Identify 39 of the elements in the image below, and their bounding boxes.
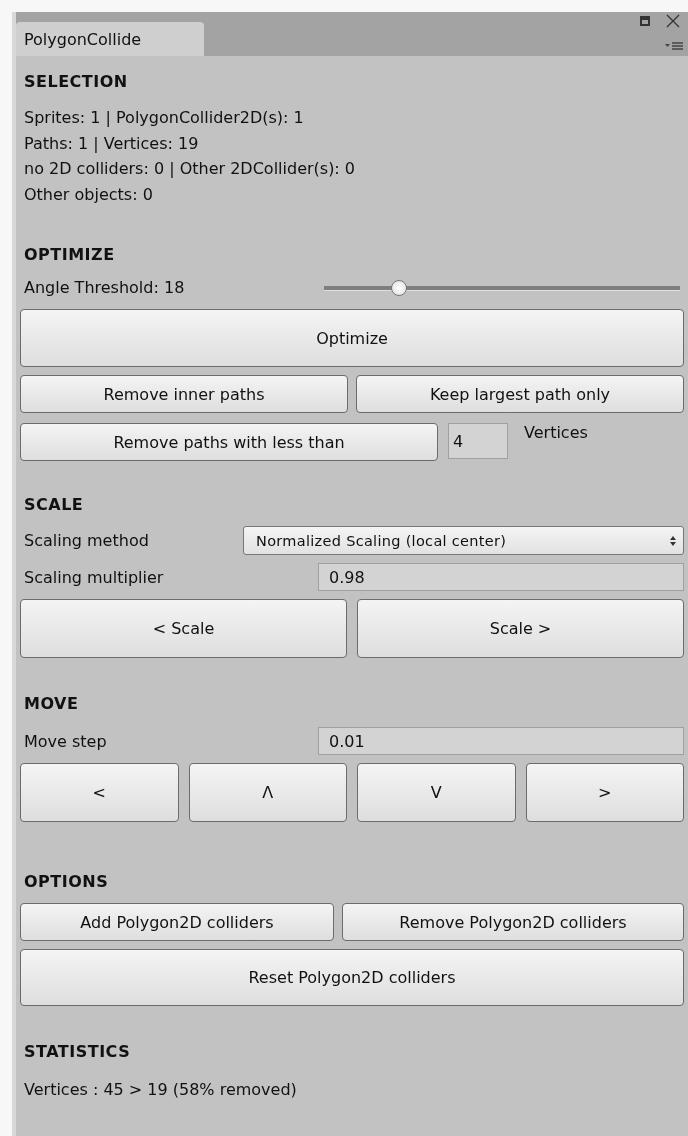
section-heading: STATISTICS [24,1042,132,1061]
maximize-icon[interactable] [640,16,650,26]
vertices-field[interactable]: 4 [448,423,508,459]
scale-button[interactable]: Scale > [357,599,684,658]
field-label: Scaling multiplier [24,567,164,587]
remove-inner-button[interactable]: Remove inner paths [20,375,348,413]
section-heading: SELECTION [24,72,129,91]
section-heading: SCALE [24,495,85,514]
multiplier-field[interactable]: 0.98 [318,563,684,591]
keep-largest-button[interactable]: Keep largest path only [356,375,684,413]
field-label: Move step [24,731,107,751]
slider-thumb[interactable] [390,279,407,296]
scale-button[interactable]: < Scale [20,599,347,658]
field-label: Vertices [524,423,588,442]
add-colliders-button[interactable]: Add Polygon2D colliders [20,903,334,941]
optimize-button[interactable]: Optimize [20,309,684,367]
scaling-method-dropdown[interactable]: Normalized Scaling (local center) [243,526,684,555]
move-button[interactable]: V [357,763,516,822]
section-heading: OPTIMIZE [24,245,116,264]
field-label: Scaling method [24,531,149,550]
window-tab[interactable]: PolygonCollide [16,22,204,56]
close-icon[interactable] [666,14,680,28]
remove-paths-button[interactable]: Remove paths with less than [20,423,438,461]
section-heading: MOVE [24,694,80,713]
section-heading: OPTIONS [24,872,110,891]
remove-colliders-button[interactable]: Remove Polygon2D colliders [342,903,684,941]
statistics-text: Vertices : 45 > 19 (58% removed) [24,1079,298,1101]
updown-icon [669,534,677,547]
move-button[interactable]: Λ [188,763,347,822]
info-text: Paths: 1 | Vertices: 19 [24,132,200,155]
info-text: Other objects: 0 [24,183,154,206]
info-text: Sprites: 1 | PolygonCollider2D(s): 1 [24,107,305,129]
reset-colliders-button[interactable]: Reset Polygon2D colliders [20,949,684,1006]
move-button[interactable]: < [20,763,179,822]
field-label: Angle Threshold: 18 [24,278,185,297]
info-text: no 2D colliders: 0 | Other 2DCollider(s): 0 [24,158,357,180]
move-step-field[interactable]: 0.01 [318,727,684,755]
menu-icon[interactable] [664,40,684,52]
move-button[interactable]: > [525,763,684,822]
